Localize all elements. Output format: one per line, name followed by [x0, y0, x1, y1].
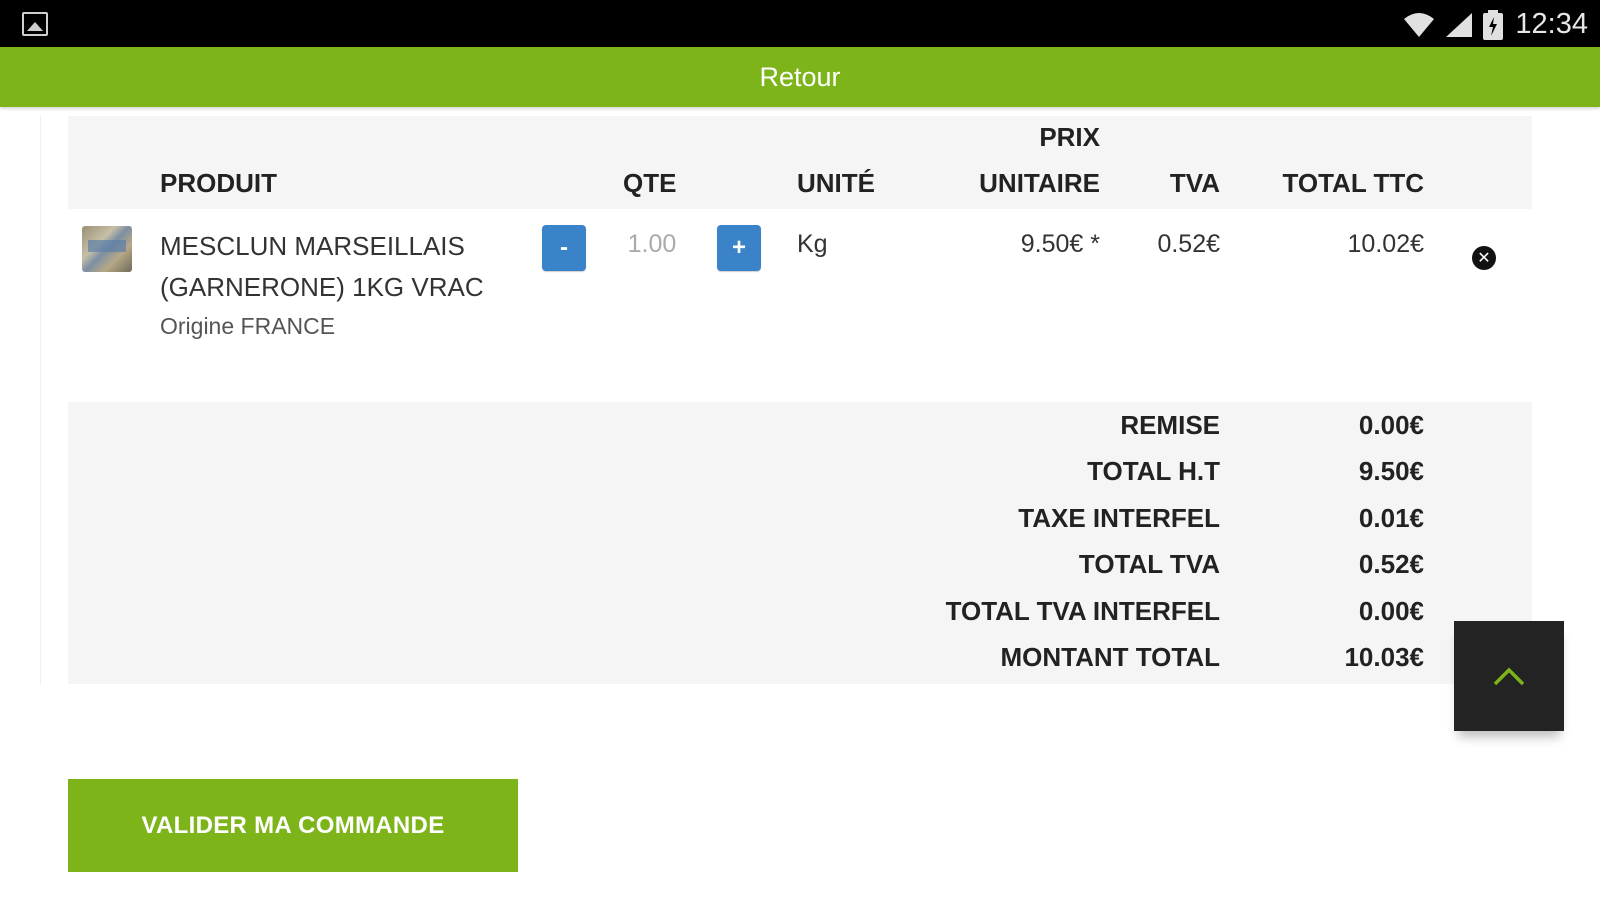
item-total: 10.02€	[1347, 230, 1424, 258]
quantity-input[interactable]	[604, 230, 700, 259]
totals-value: 0.00€	[1358, 410, 1424, 440]
totals-row: TAXE INTERFEL 0.01€	[68, 503, 1532, 549]
table-header: PRODUIT QTE UNITÉ PRIX UNITAIRE TVA TOTA…	[68, 116, 1532, 209]
totals-label: REMISE	[1120, 410, 1220, 440]
header-qty: QTE	[623, 168, 677, 198]
battery-icon	[1483, 10, 1503, 40]
decrease-qty-button[interactable]: -	[542, 225, 586, 271]
increase-qty-button[interactable]: +	[717, 225, 761, 271]
chevron-up-icon	[1493, 667, 1525, 686]
scroll-top-button[interactable]	[1454, 621, 1564, 731]
item-unit: Kg	[797, 230, 828, 258]
totals-row: TOTAL TVA INTERFEL 0.00€	[68, 596, 1532, 642]
totals-row: MONTANT TOTAL 10.03€	[68, 642, 1532, 688]
status-bar: 12:34	[0, 0, 1600, 47]
back-link[interactable]: Retour	[759, 62, 840, 93]
left-divider	[40, 115, 41, 685]
gallery-icon	[22, 12, 48, 36]
header-unit-price-line2: UNITAIRE	[979, 168, 1100, 198]
product-origin: Origine FRANCE	[160, 313, 336, 339]
totals-label: TOTAL H.T	[1087, 456, 1220, 486]
header-unit: UNITÉ	[797, 168, 875, 198]
product-name: MESCLUN MARSEILLAIS (GARNERONE) 1KG VRAC	[160, 231, 484, 302]
item-unit-price: 9.50€ *	[1020, 230, 1100, 258]
header-vat: TVA	[1169, 168, 1220, 198]
totals-label: TOTAL TVA	[1078, 549, 1220, 579]
header-total: TOTAL TTC	[1282, 168, 1424, 198]
totals-value: 0.00€	[1358, 596, 1424, 626]
totals-row: TOTAL TVA 0.52€	[68, 549, 1532, 595]
totals-row: TOTAL H.T 9.50€	[68, 456, 1532, 502]
totals-panel: REMISE 0.00€ TOTAL H.T 9.50€ TAXE INTERF…	[68, 402, 1532, 684]
product-thumbnail	[82, 226, 132, 272]
totals-value: 10.03€	[1344, 642, 1424, 672]
status-icons	[1402, 10, 1504, 40]
totals-label: MONTANT TOTAL	[1000, 642, 1220, 672]
top-bar: Retour	[0, 47, 1600, 107]
header-unit-price-line1: PRIX	[1039, 122, 1100, 152]
totals-label: TOTAL TVA INTERFEL	[945, 596, 1220, 626]
close-circle-icon[interactable]: ✕	[1472, 246, 1496, 270]
totals-label: TAXE INTERFEL	[1018, 503, 1220, 533]
header-product: PRODUIT	[160, 168, 277, 198]
validate-order-button[interactable]: VALIDER MA COMMANDE	[68, 779, 518, 872]
totals-row: REMISE 0.00€	[68, 410, 1532, 456]
clock: 12:34	[1515, 8, 1588, 40]
wifi-icon	[1404, 13, 1434, 37]
totals-value: 9.50€	[1358, 456, 1424, 486]
item-vat: 0.52€	[1157, 230, 1220, 258]
totals-value: 0.01€	[1358, 503, 1424, 533]
signal-icon	[1446, 13, 1472, 37]
totals-value: 0.52€	[1358, 549, 1424, 579]
